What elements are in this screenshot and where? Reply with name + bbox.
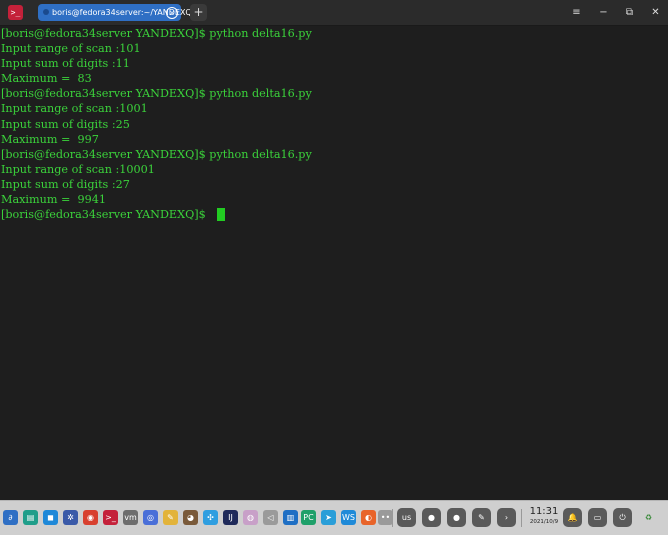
expand-tray-button[interactable]: › — [497, 508, 516, 527]
terminal-line: Maximum = 83 — [1, 72, 92, 85]
window-titlebar: >_ boris@fedora34server:~/YANDEXQ × + ≡ … — [0, 0, 668, 26]
tab-close-icon[interactable]: × — [166, 7, 178, 19]
terminal-line: [boris@fedora34server YANDEXQ]$ python d… — [1, 87, 312, 100]
app-store-icon[interactable]: ◼ — [43, 510, 58, 525]
trello-icon[interactable]: ▥ — [283, 510, 298, 525]
close-window-button[interactable]: ✕ — [648, 5, 663, 20]
chrome-icon[interactable]: ◉ — [83, 510, 98, 525]
intellij-icon[interactable]: IJ — [223, 510, 238, 525]
settings-icon[interactable]: ✲ — [63, 510, 78, 525]
overflow-dots-icon[interactable]: •• — [378, 510, 393, 525]
terminal-line: Maximum = 9941 — [1, 193, 106, 206]
tray-app-button-1[interactable]: ● — [422, 508, 441, 527]
screenshot-icon[interactable]: ✣ — [203, 510, 218, 525]
terminal-output[interactable]: [boris@fedora34server YANDEXQ]$ python d… — [0, 26, 668, 500]
music-icon[interactable]: ◍ — [243, 510, 258, 525]
terminal-line: [boris@fedora34server YANDEXQ]$ python d… — [1, 148, 312, 161]
tab-terminal-session[interactable]: boris@fedora34server:~/YANDEXQ × — [38, 4, 192, 21]
pycharm-icon[interactable]: PC — [301, 510, 316, 525]
webstorm-icon[interactable]: WS — [341, 510, 356, 525]
pen-tool-button[interactable]: ✎ — [472, 508, 491, 527]
terminal-cursor — [217, 208, 225, 221]
minimize-button[interactable]: − — [596, 5, 611, 20]
taskbar-divider — [521, 509, 522, 527]
tab-status-dot — [43, 9, 49, 15]
back-arrow-icon[interactable]: ◁ — [263, 510, 278, 525]
file-manager-icon[interactable]: ▤ — [23, 510, 38, 525]
new-tab-button[interactable]: + — [190, 4, 207, 21]
taskbar-divider — [392, 509, 393, 527]
terminal-line: Input sum of digits :25 — [1, 118, 130, 131]
trash-icon[interactable]: ♻ — [639, 508, 658, 527]
power-button[interactable]: ⏻ — [613, 508, 632, 527]
terminal-line: Input range of scan :10001 — [1, 163, 155, 176]
terminal-line: Maximum = 997 — [1, 133, 99, 146]
clock-date: 2021/10/9 — [529, 519, 559, 525]
telegram-icon[interactable]: ➤ — [321, 510, 336, 525]
firefox-icon[interactable]: ◐ — [361, 510, 376, 525]
keyboard-layout-button[interactable]: us — [397, 508, 416, 527]
clock[interactable]: 11:31 2021/10/9 — [527, 506, 561, 526]
terminal-line: Input sum of digits :11 — [1, 57, 130, 70]
gimp-icon[interactable]: ◕ — [183, 510, 198, 525]
notes-icon[interactable]: ✎ — [163, 510, 178, 525]
terminal-icon[interactable]: >_ — [103, 510, 118, 525]
terminal-line: Input sum of digits :27 — [1, 178, 130, 191]
launcher-icon[interactable]: ∂ — [3, 510, 18, 525]
menu-icon[interactable]: ≡ — [569, 5, 584, 20]
tray-app-button-2[interactable]: ● — [447, 508, 466, 527]
vm-icon[interactable]: vm — [123, 510, 138, 525]
terminal-line: [boris@fedora34server YANDEXQ]$ python d… — [1, 27, 312, 40]
notification-bell-button[interactable]: 🔔 — [563, 508, 582, 527]
maximize-button[interactable]: ⧉ — [622, 5, 637, 20]
multitask-button[interactable]: ▭ — [588, 508, 607, 527]
clock-time: 11:31 — [529, 506, 559, 517]
terminal-line: Input range of scan :1001 — [1, 102, 148, 115]
terminal-app-icon: >_ — [8, 5, 23, 20]
remote-icon[interactable]: ◎ — [143, 510, 158, 525]
taskbar: ∂ ▤ ◼ ✲ ◉ >_ vm ◎ ✎ ◕ ✣ IJ ◍ ◁ ▥ PC ➤ WS… — [0, 500, 668, 535]
terminal-prompt: [boris@fedora34server YANDEXQ]$ — [1, 208, 210, 221]
terminal-line: Input range of scan :101 — [1, 42, 141, 55]
